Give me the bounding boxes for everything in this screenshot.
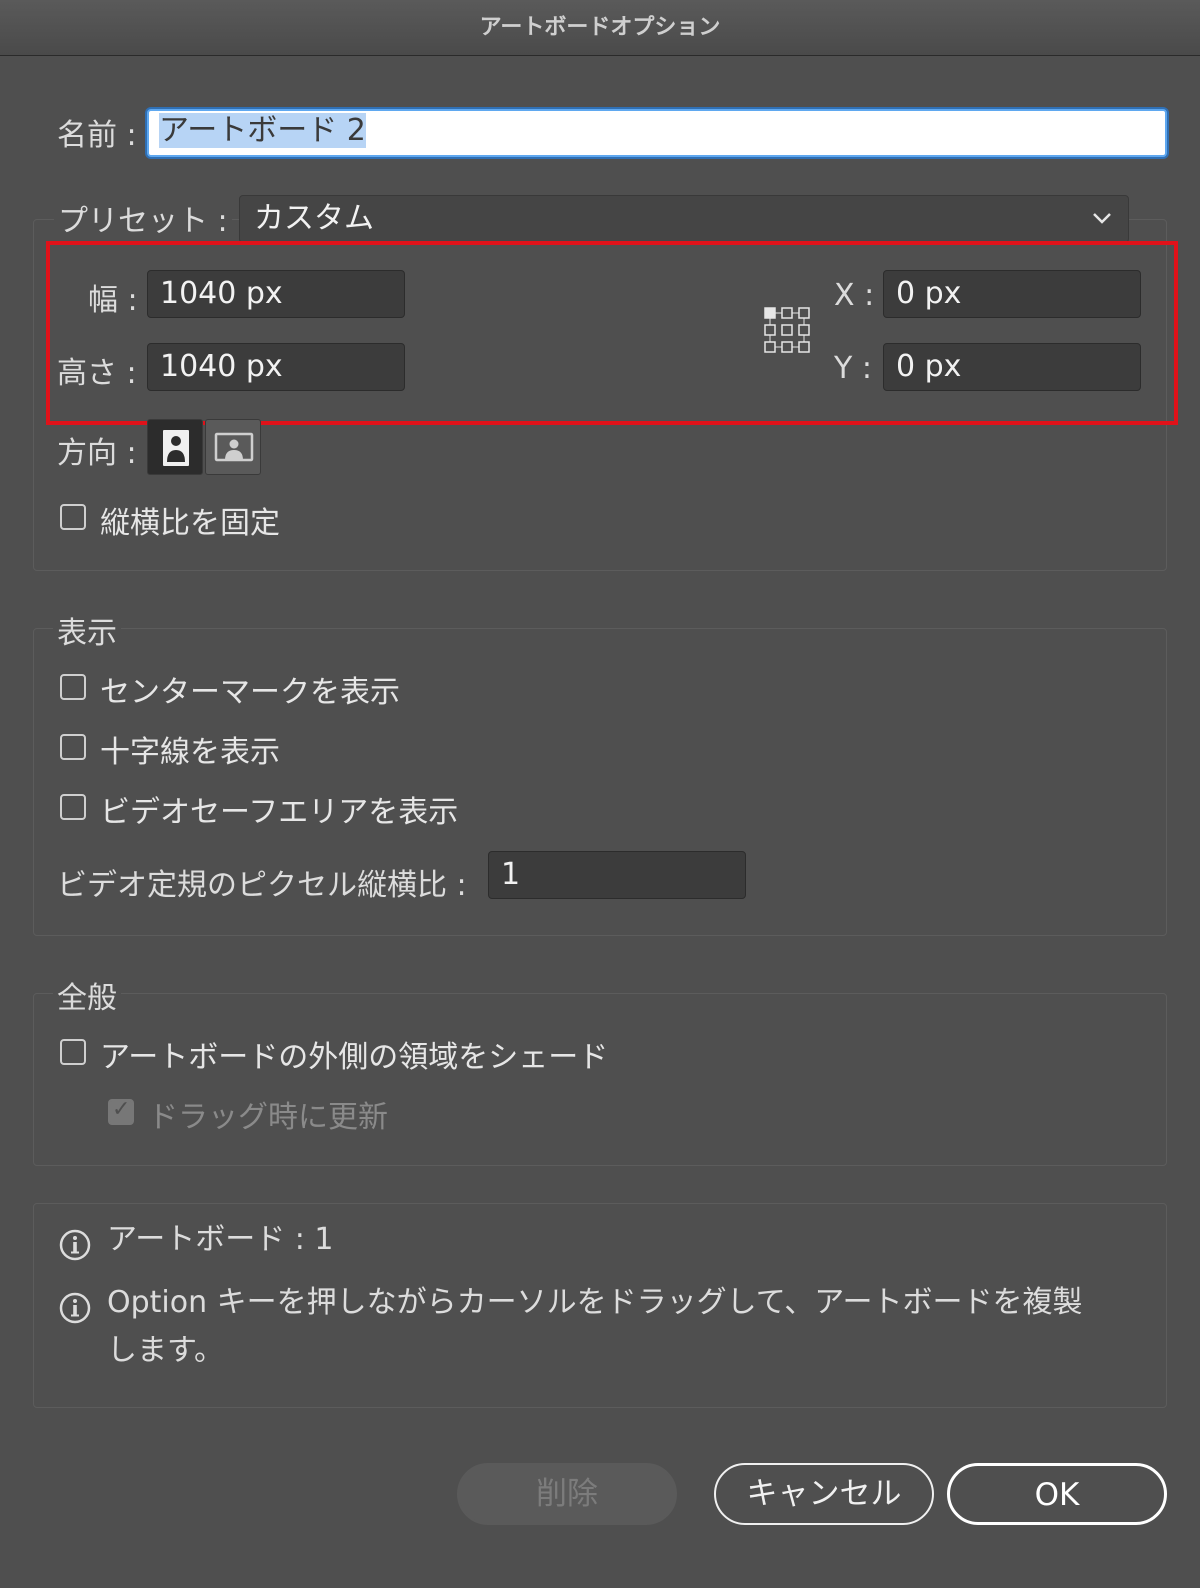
name-input-value: アートボード 2 [159, 113, 366, 148]
cross-hairs-checkbox[interactable] [60, 734, 86, 760]
size-position-highlight [46, 241, 1178, 425]
duplicate-hint-text: Option キーを押しながらカーソルをドラッグして、アートボードを複製 [107, 1285, 1083, 1320]
ok-button[interactable]: OK [947, 1463, 1167, 1525]
portrait-button[interactable] [147, 419, 203, 475]
general-legend: 全般 [53, 973, 121, 1017]
chevron-down-icon [1093, 213, 1111, 224]
orientation-label: 方向 : [57, 436, 137, 471]
update-drag-label: ドラッグ時に更新 [148, 1100, 388, 1135]
general-group [33, 993, 1167, 1166]
portrait-icon [163, 430, 189, 466]
pixel-ratio-input[interactable]: 1 [488, 851, 746, 899]
lock-ratio-label: 縦横比を固定 [100, 506, 280, 541]
preset-label: プリセット : [54, 196, 232, 240]
shade-outside-label: アートボードの外側の領域をシェード [100, 1040, 609, 1075]
window-title: アートボードオプション [0, 0, 1200, 56]
landscape-button[interactable] [205, 419, 261, 475]
artboard-count-text: アートボード : 1 [107, 1222, 334, 1257]
landscape-icon [214, 432, 254, 462]
cancel-button[interactable]: キャンセル [714, 1463, 934, 1525]
name-input[interactable]: アートボード 2 [147, 109, 1167, 157]
pixel-ratio-label: ビデオ定規のピクセル縦横比 : [57, 868, 467, 903]
update-drag-checkbox[interactable] [108, 1097, 134, 1125]
delete-button[interactable]: 削除 [457, 1463, 677, 1525]
preset-select[interactable]: カスタム [239, 195, 1129, 243]
info-icon [59, 1229, 91, 1261]
name-label: 名前 : [57, 118, 137, 153]
center-mark-checkbox[interactable] [60, 674, 86, 700]
center-mark-label: センターマークを表示 [100, 675, 400, 710]
lock-ratio-checkbox[interactable] [60, 504, 86, 530]
display-legend: 表示 [53, 608, 121, 652]
cross-hairs-label: 十字線を表示 [100, 735, 280, 770]
info-icon [59, 1292, 91, 1324]
video-safe-label: ビデオセーフエリアを表示 [100, 795, 459, 830]
video-safe-checkbox[interactable] [60, 794, 86, 820]
shade-outside-checkbox[interactable] [60, 1039, 86, 1065]
duplicate-hint-text-cont: します。 [107, 1333, 224, 1368]
preset-select-value: カスタム [254, 201, 374, 236]
